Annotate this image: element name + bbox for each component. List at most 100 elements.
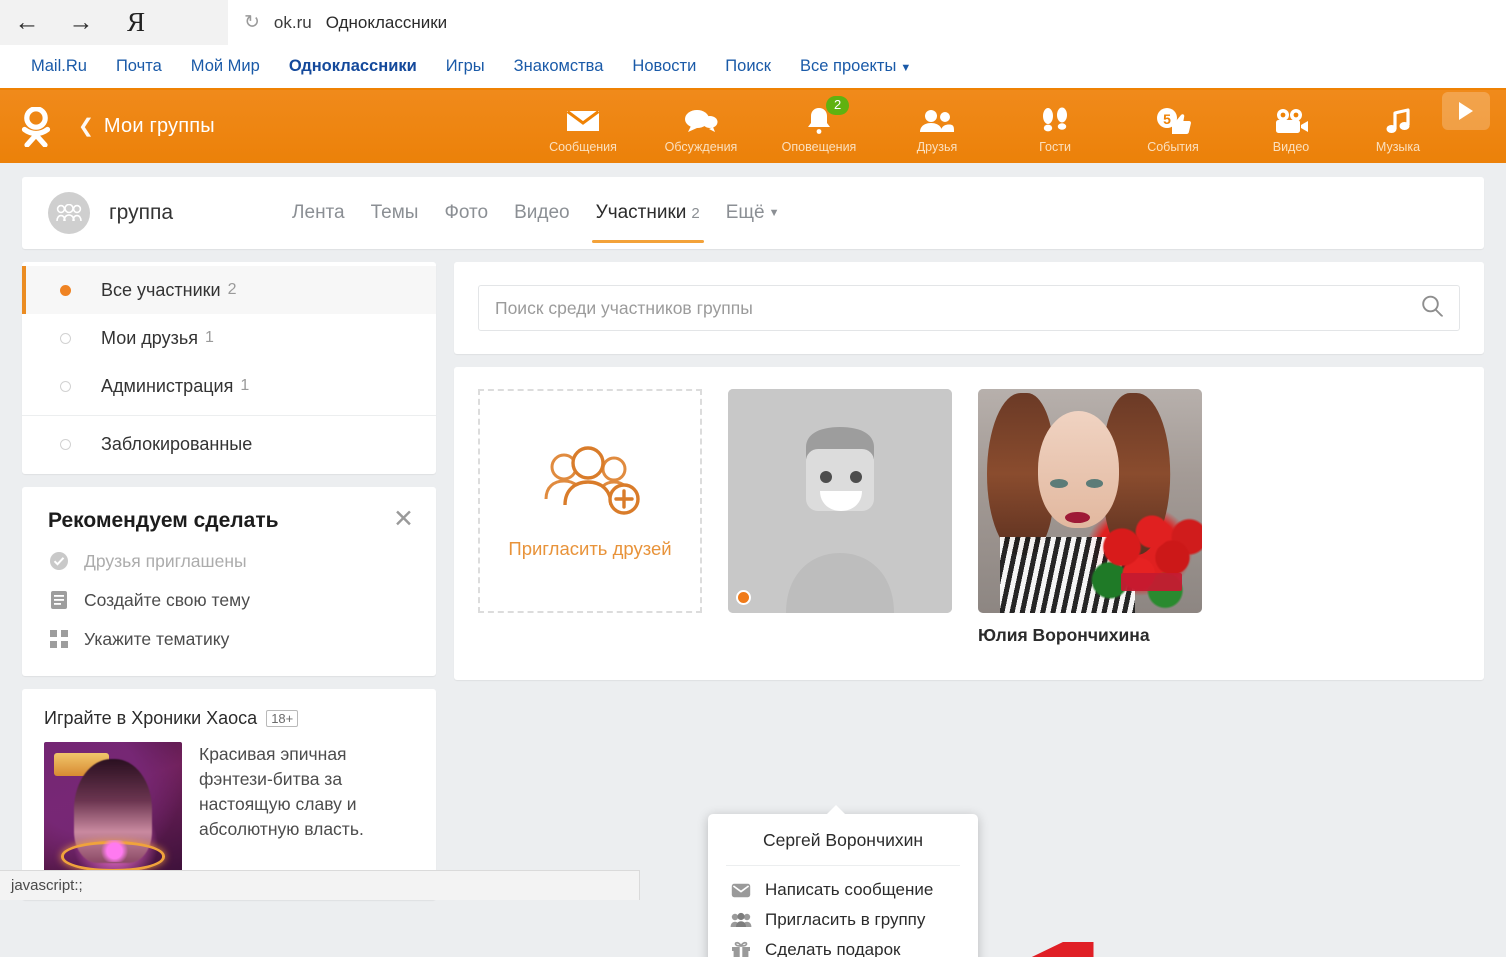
member-card-sergey[interactable]: Сергей Ворончихин [728,389,952,646]
menu-item-send-message[interactable]: Написать сообщение [708,875,978,905]
member-card-yulia[interactable]: Юлия Ворончихина [978,389,1202,646]
portal-link-all-projects[interactable]: Все проекты ▼ [800,57,911,76]
menu-item-label: Сделать подарок [765,940,901,957]
divider [22,415,436,416]
toolbar-item-friends[interactable]: Друзья [878,90,996,163]
toolbar-label-notifications: Оповещения [781,139,857,154]
recommend-item-friends-invited[interactable]: Друзья приглашены [48,550,410,572]
toolbar-item-discussions[interactable]: Обсуждения [642,90,760,163]
sidebar-item-blocked[interactable]: Заблокированные [22,420,436,468]
search-icon[interactable] [1421,295,1443,322]
toolbar-label-guests: Гости [1039,139,1071,154]
all-projects-label: Все проекты [800,57,897,75]
portal-link-moymir[interactable]: Мой Мир [191,57,260,76]
group-name: группа [109,201,174,224]
events-thumbsup-icon: 5 [1154,104,1192,138]
toolbar-label-messages: Сообщения [549,139,617,154]
invite-friends-tile[interactable]: Пригласить друзей [478,389,702,646]
yandex-logo-icon[interactable]: Я [108,0,164,45]
online-status-dot [736,590,751,605]
forward-arrow-icon[interactable]: → [54,0,108,45]
portal-link-znakomstva[interactable]: Знакомства [514,57,604,76]
toolbar-item-messages[interactable]: Сообщения [524,90,642,163]
toolbar-label-discussions: Обсуждения [664,139,738,154]
menu-item-invite-to-group[interactable]: Пригласить в группу [708,905,978,935]
invite-friends-icon [538,443,642,520]
address-bar[interactable]: ↻ ok.ru Одноклассники [228,0,1506,45]
member-avatar[interactable] [978,389,1202,613]
tab-video[interactable]: Видео [501,177,583,249]
search-placeholder: Поиск среди участников группы [495,297,753,318]
tab-count: 2 [691,204,700,222]
red-left-arrow-icon [975,927,1307,957]
member-context-menu: Сергей Ворончихин Написать сообщение При… [708,805,978,957]
reload-icon[interactable]: ↻ [244,11,260,34]
my-groups-link[interactable]: Мои группы [104,115,215,138]
toolbar-item-events[interactable]: 5 События [1114,90,1232,163]
portal-link-mailru[interactable]: Mail.Ru [31,57,87,76]
toolbar-item-video[interactable]: Видео [1232,90,1350,163]
play-icon[interactable] [1442,92,1490,130]
menu-item-label: Написать сообщение [765,880,934,899]
sidebar-item-count: 1 [240,377,250,394]
portal-link-odnoklassniki[interactable]: Одноклассники [289,57,417,76]
group-avatar-icon[interactable] [48,192,90,234]
recommend-item-label: Создайте свою тему [84,589,251,610]
tab-more[interactable]: Ещё ▼ [713,177,793,249]
radio-icon [60,438,71,450]
placeholder-person-avatar-icon [728,389,952,613]
close-icon[interactable]: ✕ [393,507,414,532]
toolbar-label-music: Музыка [1375,139,1421,154]
friends-icon [919,104,955,138]
toolbar-item-guests[interactable]: Гости [996,90,1114,163]
sidebar-item-my-friends[interactable]: Мои друзья 1 [22,314,436,362]
sidebar-item-label: Заблокированные [101,433,253,454]
member-photo [978,389,1202,613]
portal-link-novosti[interactable]: Новости [632,57,696,76]
member-search-card: Поиск среди участников группы [454,262,1484,354]
member-name[interactable]: Юлия Ворончихина [978,625,1202,646]
group-tabs: Лента Темы Фото Видео Участники 2 Ещё ▼ [279,177,792,249]
tab-temy[interactable]: Темы [358,177,432,249]
envelope-icon [566,104,600,138]
chat-bubbles-icon [684,104,718,138]
toolbar-label-friends: Друзья [916,139,958,154]
sidebar-item-count: 2 [227,281,237,298]
game-ad-title-row: Играйте в Хроники Хаоса 18+ [44,708,414,729]
menu-item-send-gift[interactable]: Сделать подарок [708,935,978,957]
menu-item-label: Пригласить в группу [765,910,926,929]
game-ad-panel[interactable]: Играйте в Хроники Хаоса 18+ Красивая эпи… [22,689,436,900]
game-gem-art [99,839,130,863]
invite-friends-dropzone[interactable]: Пригласить друзей [478,389,702,613]
game-thumbnail[interactable] [44,742,182,880]
chevron-down-icon: ▼ [900,62,912,74]
member-avatar[interactable] [728,389,952,613]
document-icon [48,589,70,611]
back-arrow-icon[interactable]: ← [0,0,54,45]
toolbar-item-music[interactable]: Музыка [1350,90,1446,163]
sidebar-item-all-members[interactable]: Все участники 2 [22,266,436,314]
search-input[interactable]: Поиск среди участников группы [478,285,1460,331]
portal-link-igry[interactable]: Игры [446,57,485,76]
toolbar-item-notifications[interactable]: 2 Оповещения [760,90,878,163]
tab-label: Лента [292,202,345,223]
tab-foto[interactable]: Фото [431,177,501,249]
content-columns: Все участники 2 Мои друзья 1 Администрац… [22,262,1484,900]
photo-roses-bouquet [1085,505,1202,609]
main-content: Поиск среди участников группы Пригласить… [454,262,1484,900]
tab-lenta[interactable]: Лента [279,177,358,249]
invite-friends-label: Пригласить друзей [508,537,672,559]
recommend-item-create-topic[interactable]: Создайте свою тему [48,589,410,611]
sidebar-item-administration[interactable]: Администрация 1 [22,362,436,410]
tab-uchastniki[interactable]: Участники 2 [583,177,713,249]
members-grid: Пригласить друзей Юлия Ворончихина [478,389,1460,646]
portal-link-pochta[interactable]: Почта [116,57,162,76]
recommend-item-set-topic[interactable]: Укажите тематику [48,628,410,650]
ok-logo-icon[interactable] [14,105,58,149]
portal-link-poisk[interactable]: Поиск [725,57,771,76]
sidebar-item-label: Все участники [101,279,221,300]
radio-icon [60,380,71,392]
back-chevron-icon[interactable]: ❮ [78,115,94,138]
photo-eye-left [1049,478,1068,488]
age-rating-badge: 18+ [266,710,299,727]
